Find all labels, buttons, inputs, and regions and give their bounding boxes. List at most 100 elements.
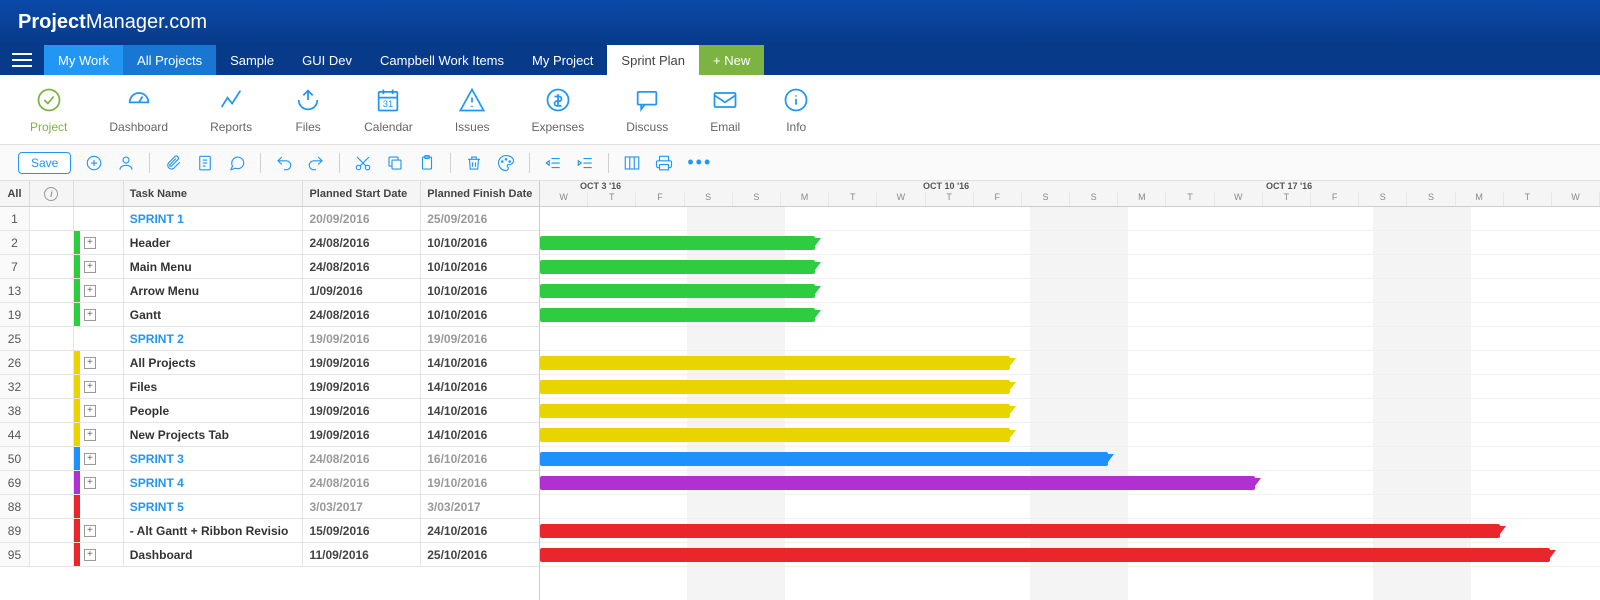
gantt-bar[interactable] [540, 452, 1108, 466]
finish-date[interactable]: 14/10/2016 [421, 423, 539, 446]
start-date[interactable]: 24/08/2016 [303, 255, 421, 278]
task-row[interactable]: 50+SPRINT 324/08/201616/10/2016 [0, 447, 539, 471]
expand-icon[interactable]: + [84, 405, 96, 417]
gantt-bar[interactable] [540, 356, 1010, 370]
files-nav[interactable]: Files [294, 86, 322, 134]
gantt-bar[interactable] [540, 404, 1010, 418]
finish-date[interactable]: 19/09/2016 [421, 327, 539, 350]
hamburger-icon[interactable] [12, 53, 32, 67]
task-name[interactable]: Dashboard [124, 543, 304, 566]
finish-date[interactable]: 14/10/2016 [421, 351, 539, 374]
finish-date[interactable]: 10/10/2016 [421, 255, 539, 278]
email-nav[interactable]: Email [710, 86, 740, 134]
reports-nav[interactable]: Reports [210, 86, 252, 134]
outdent-icon[interactable] [544, 154, 562, 172]
task-name[interactable]: New Projects Tab [124, 423, 304, 446]
more-icon[interactable]: ••• [687, 152, 712, 173]
expand-icon[interactable]: + [84, 525, 96, 537]
expand-icon[interactable]: + [84, 429, 96, 441]
task-name[interactable]: - Alt Gantt + Ribbon Revisio [124, 519, 304, 542]
task-row[interactable]: 88SPRINT 53/03/20173/03/2017 [0, 495, 539, 519]
task-row[interactable]: 7+Main Menu24/08/201610/10/2016 [0, 255, 539, 279]
task-name[interactable]: SPRINT 4 [124, 471, 304, 494]
dashboard-nav[interactable]: Dashboard [109, 86, 168, 134]
tab-my-project[interactable]: My Project [518, 45, 607, 75]
task-row[interactable]: 25SPRINT 219/09/201619/09/2016 [0, 327, 539, 351]
task-name[interactable]: SPRINT 1 [124, 207, 304, 230]
task-row[interactable]: 13+Arrow Menu1/09/201610/10/2016 [0, 279, 539, 303]
finish-date[interactable]: 10/10/2016 [421, 303, 539, 326]
new-button[interactable]: + New [699, 45, 764, 75]
finish-date[interactable]: 25/10/2016 [421, 543, 539, 566]
task-row[interactable]: 1SPRINT 120/09/201625/09/2016 [0, 207, 539, 231]
cut-icon[interactable] [354, 154, 372, 172]
gantt-bar[interactable] [540, 524, 1500, 538]
start-date[interactable]: 19/09/2016 [303, 327, 421, 350]
tab-sample[interactable]: Sample [216, 45, 288, 75]
expand-icon[interactable]: + [84, 237, 96, 249]
expenses-nav[interactable]: Expenses [532, 86, 585, 134]
gantt-bar[interactable] [540, 308, 815, 322]
task-name[interactable]: SPRINT 3 [124, 447, 304, 470]
gantt-chart[interactable]: OCT 3 '16 OCT 10 '16 OCT 17 '16 WTFSSMTW… [540, 181, 1600, 600]
col-all[interactable]: All [0, 181, 30, 206]
color-icon[interactable] [497, 154, 515, 172]
finish-date[interactable]: 14/10/2016 [421, 375, 539, 398]
expand-icon[interactable]: + [84, 261, 96, 273]
task-name[interactable]: Files [124, 375, 304, 398]
start-date[interactable]: 20/09/2016 [303, 207, 421, 230]
comment-icon[interactable] [228, 154, 246, 172]
gantt-bar[interactable] [540, 380, 1010, 394]
calendar-nav[interactable]: 31Calendar [364, 86, 413, 134]
task-name[interactable]: Header [124, 231, 304, 254]
start-date[interactable]: 24/08/2016 [303, 231, 421, 254]
col-task-name[interactable]: Task Name [124, 181, 304, 206]
finish-date[interactable]: 25/09/2016 [421, 207, 539, 230]
task-row[interactable]: 44+New Projects Tab19/09/201614/10/2016 [0, 423, 539, 447]
expand-icon[interactable]: + [84, 309, 96, 321]
col-start-date[interactable]: Planned Start Date [303, 181, 421, 206]
start-date[interactable]: 19/09/2016 [303, 423, 421, 446]
task-row[interactable]: 32+Files19/09/201614/10/2016 [0, 375, 539, 399]
task-name[interactable]: SPRINT 5 [124, 495, 304, 518]
attach-icon[interactable] [164, 154, 182, 172]
user-icon[interactable] [117, 154, 135, 172]
tab-my-work[interactable]: My Work [44, 45, 123, 75]
finish-date[interactable]: 10/10/2016 [421, 231, 539, 254]
undo-icon[interactable] [275, 154, 293, 172]
expand-icon[interactable]: + [84, 477, 96, 489]
start-date[interactable]: 24/08/2016 [303, 303, 421, 326]
start-date[interactable]: 19/09/2016 [303, 351, 421, 374]
save-button[interactable]: Save [18, 152, 71, 174]
gantt-bar[interactable] [540, 260, 815, 274]
task-name[interactable]: All Projects [124, 351, 304, 374]
gantt-bar[interactable] [540, 548, 1550, 562]
project-nav[interactable]: Project [30, 86, 67, 134]
tab-sprint-plan[interactable]: Sprint Plan [607, 45, 699, 75]
expand-icon[interactable]: + [84, 549, 96, 561]
gantt-bar[interactable] [540, 476, 1255, 490]
tab-campbell-work-items[interactable]: Campbell Work Items [366, 45, 518, 75]
task-row[interactable]: 89+- Alt Gantt + Ribbon Revisio15/09/201… [0, 519, 539, 543]
task-row[interactable]: 2+Header24/08/201610/10/2016 [0, 231, 539, 255]
task-row[interactable]: 95+Dashboard11/09/201625/10/2016 [0, 543, 539, 567]
delete-icon[interactable] [465, 154, 483, 172]
columns-icon[interactable] [623, 154, 641, 172]
task-row[interactable]: 26+All Projects19/09/201614/10/2016 [0, 351, 539, 375]
copy-icon[interactable] [386, 154, 404, 172]
gantt-bar[interactable] [540, 428, 1010, 442]
task-name[interactable]: Gantt [124, 303, 304, 326]
redo-icon[interactable] [307, 154, 325, 172]
paste-icon[interactable] [418, 154, 436, 172]
expand-icon[interactable]: + [84, 381, 96, 393]
task-row[interactable]: 38+People19/09/201614/10/2016 [0, 399, 539, 423]
discuss-nav[interactable]: Discuss [626, 86, 668, 134]
finish-date[interactable]: 24/10/2016 [421, 519, 539, 542]
task-row[interactable]: 69+SPRINT 424/08/201619/10/2016 [0, 471, 539, 495]
task-name[interactable]: People [124, 399, 304, 422]
start-date[interactable]: 15/09/2016 [303, 519, 421, 542]
start-date[interactable]: 3/03/2017 [303, 495, 421, 518]
tab-gui-dev[interactable]: GUI Dev [288, 45, 366, 75]
gantt-bar[interactable] [540, 284, 815, 298]
col-finish-date[interactable]: Planned Finish Date [421, 181, 539, 206]
